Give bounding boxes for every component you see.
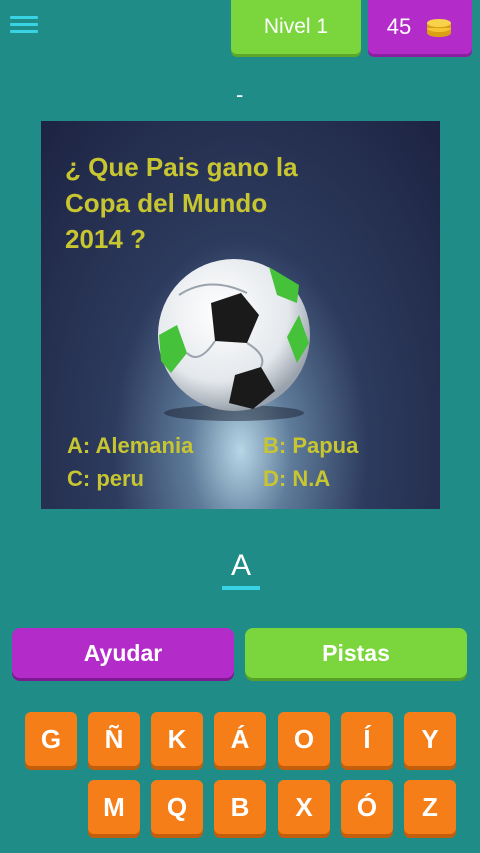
answer-underline — [222, 586, 260, 590]
help-button[interactable]: Ayudar — [12, 628, 234, 678]
hints-button[interactable]: Pistas — [245, 628, 467, 678]
key-button[interactable]: O — [278, 712, 330, 766]
answer-letter: A — [230, 549, 251, 582]
soccer-ball-image — [158, 259, 310, 421]
key-button[interactable]: B — [214, 780, 266, 834]
menu-icon[interactable] — [10, 12, 38, 40]
question-text: ¿ Que Pais gano la Copa del Mundo 2014 ? — [65, 152, 298, 254]
key-button[interactable]: M — [88, 780, 140, 834]
level-label: Nivel 1 — [263, 15, 329, 38]
key-button[interactable]: Y — [404, 712, 456, 766]
level-button[interactable]: Nivel 1 — [231, 0, 361, 54]
option-a: A: Alemania — [67, 433, 194, 458]
question-image: ¿ Que Pais gano la Copa del Mundo 2014 ?… — [41, 121, 440, 509]
coins-count: 45 — [386, 14, 412, 39]
key-button[interactable]: Z — [404, 780, 456, 834]
coin-stack-icon — [427, 19, 452, 37]
key-button[interactable]: Ó — [341, 780, 393, 834]
coins-button[interactable]: 45 — [368, 0, 472, 54]
option-c: C: peru — [67, 466, 144, 491]
key-button[interactable]: G — [25, 712, 77, 766]
progress-indicator: - — [236, 82, 244, 107]
key-button[interactable]: Q — [151, 780, 203, 834]
option-d: D: N.A — [263, 466, 331, 491]
key-button[interactable]: Ñ — [88, 712, 140, 766]
key-button[interactable]: K — [151, 712, 203, 766]
key-button[interactable]: X — [278, 780, 330, 834]
option-b: B: Papua — [263, 433, 359, 458]
answer-slot[interactable]: A — [222, 550, 260, 590]
key-button[interactable]: Í — [341, 712, 393, 766]
key-button[interactable]: Á — [214, 712, 266, 766]
